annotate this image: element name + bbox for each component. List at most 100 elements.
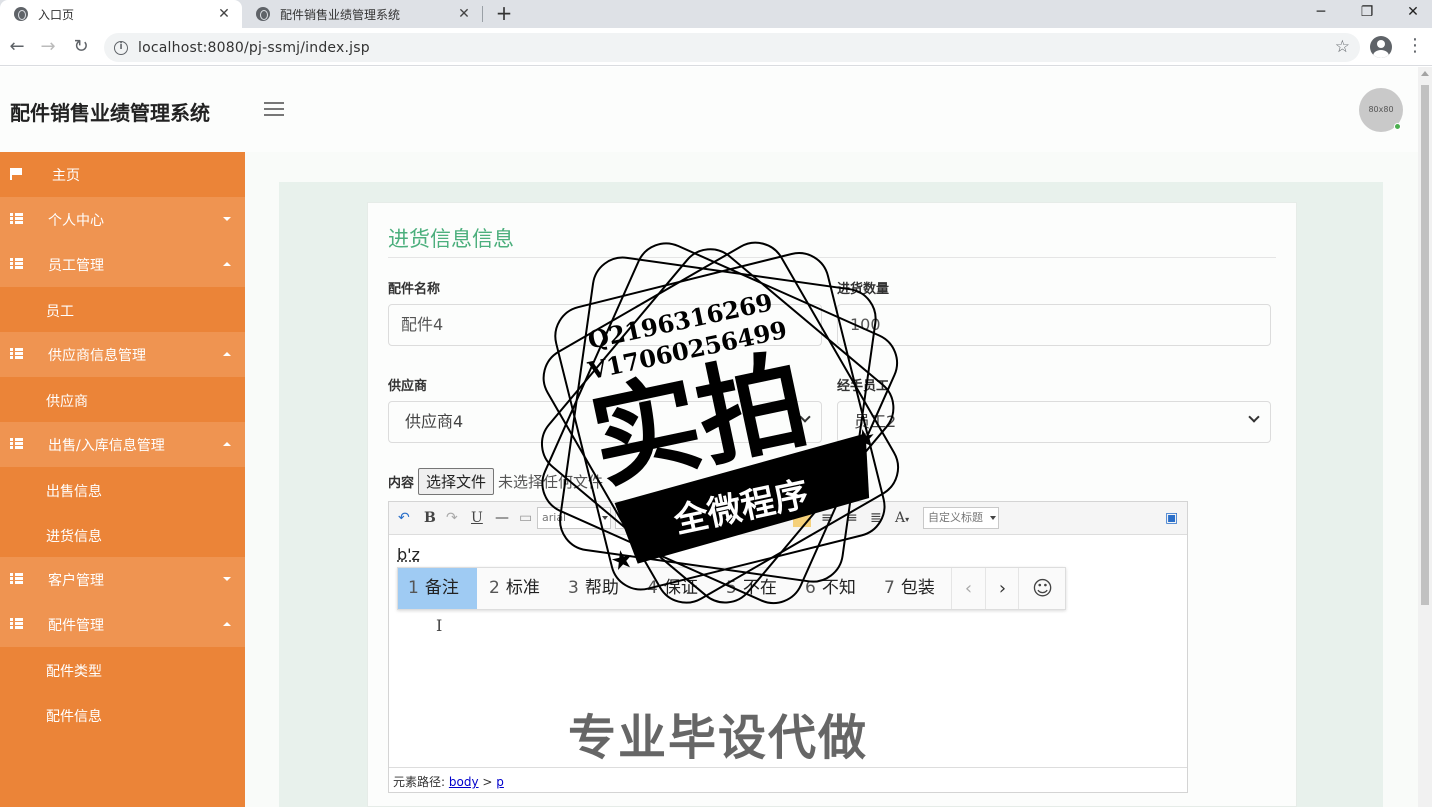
ime-candidate[interactable]: 2 标准 xyxy=(479,568,550,609)
app-header: 配件销售业绩管理系统 80x80 xyxy=(0,67,1418,152)
align-left-icon[interactable]: ≡ xyxy=(821,510,833,526)
window-close-button[interactable]: ✕ xyxy=(1390,0,1432,28)
browser-tab-entry[interactable]: 入口页 ✕ xyxy=(0,0,242,28)
tab-separator xyxy=(482,6,483,22)
sidebar-subitem-label: 员工 xyxy=(46,301,74,321)
ime-candidate[interactable]: 5 不在 xyxy=(716,568,787,609)
url-text[interactable]: localhost:8080/pj-ssmj/index.jsp xyxy=(138,40,370,56)
sidebar-subitem-part-info[interactable]: 配件信息 xyxy=(0,692,245,737)
sidebar-subitem-purchase-info[interactable]: 进货信息 xyxy=(0,512,245,557)
address-bar-row: ← → ↻ i localhost:8080/pj-ssmj/index.jsp… xyxy=(0,28,1432,66)
part-name-label: 配件名称 xyxy=(388,278,440,297)
minimize-button[interactable]: ─ xyxy=(1298,0,1344,28)
path-separator: > xyxy=(482,775,492,789)
handler-selected-value: 员工2 xyxy=(854,412,896,431)
sidebar-item-personal-center[interactable]: 个人中心 xyxy=(0,197,245,242)
content-file-row: 内容 选择文件 未选择任何文件 xyxy=(388,468,603,495)
sidebar-subitem-sales-info[interactable]: 出售信息 xyxy=(0,467,245,512)
sidebar-item-supplier-mgmt[interactable]: 供应商信息管理 xyxy=(0,332,245,377)
avatar-placeholder-text: 80x80 xyxy=(1368,105,1393,114)
editor-toolbar: ↶ B ↷ U — ▭ arial 16px ≡ ≡ ≣ A▾ 自定义标题 ▣ xyxy=(389,502,1187,535)
flag-icon xyxy=(10,168,22,180)
title-divider xyxy=(388,257,1276,258)
grid-icon xyxy=(10,573,23,584)
supplier-select[interactable]: 供应商4 xyxy=(388,401,822,443)
avatar[interactable]: 80x80 xyxy=(1359,88,1403,132)
profile-icon[interactable] xyxy=(1370,36,1392,58)
bookmark-star-icon[interactable]: ☆ xyxy=(1335,37,1350,57)
ime-next-page-icon[interactable]: › xyxy=(985,568,1019,609)
align-justify-icon[interactable]: ≣ xyxy=(870,510,882,526)
back-arrow-icon[interactable]: ← xyxy=(7,37,27,57)
sidebar-item-label: 配件管理 xyxy=(48,615,104,635)
caret-up-icon xyxy=(223,262,231,266)
ime-candidate[interactable]: 4 保证 xyxy=(637,568,708,609)
ime-candidate[interactable]: 6 不知 xyxy=(795,568,866,609)
sidebar-item-parts-mgmt[interactable]: 配件管理 xyxy=(0,602,245,647)
sidebar-item-label: 客户管理 xyxy=(48,570,104,590)
highlight-color-icon[interactable] xyxy=(793,509,811,527)
sidebar-item-label: 供应商信息管理 xyxy=(48,345,146,365)
ime-candidate[interactable]: 1 备注 xyxy=(398,568,477,609)
quantity-input[interactable]: 100 xyxy=(837,304,1271,346)
undo-icon[interactable]: ↶ xyxy=(398,510,410,526)
font-family-value: arial xyxy=(542,511,566,524)
restore-button[interactable]: ❐ xyxy=(1344,0,1390,28)
tab-title: 配件销售业绩管理系统 xyxy=(280,6,446,23)
reload-icon[interactable]: ↻ xyxy=(71,37,91,57)
supplier-label: 供应商 xyxy=(388,375,427,394)
part-name-input[interactable]: 配件4 xyxy=(388,304,822,346)
new-tab-button[interactable]: + xyxy=(494,2,514,24)
horizontal-rule-icon[interactable]: — xyxy=(495,510,509,526)
underline-icon[interactable]: U xyxy=(471,510,483,526)
app-title: 配件销售业绩管理系统 xyxy=(10,97,210,126)
editor-text: b'z xyxy=(397,545,420,564)
ime-candidate-bar: 1 备注 2 标准 3 帮助 4 保证 5 不在 6 不知 7 包装 ‹ › ☺ xyxy=(397,567,1066,610)
browser-menu-icon[interactable]: ⋮ xyxy=(1406,36,1420,56)
fullscreen-icon[interactable]: ▣ xyxy=(1165,510,1178,526)
sidebar-subitem-part-type[interactable]: 配件类型 xyxy=(0,647,245,692)
heading-select[interactable]: 自定义标题 xyxy=(923,507,999,529)
browser-tab-system[interactable]: 配件销售业绩管理系统 ✕ xyxy=(242,0,482,28)
ime-prev-page-icon[interactable]: ‹ xyxy=(951,568,985,609)
close-icon[interactable]: ✕ xyxy=(216,6,232,22)
supplier-selected-value: 供应商4 xyxy=(405,412,463,431)
choose-file-button[interactable]: 选择文件 xyxy=(418,468,494,495)
sidebar-item-sales-stock-mgmt[interactable]: 出售/入库信息管理 xyxy=(0,422,245,467)
path-p-link[interactable]: p xyxy=(496,775,504,789)
path-body-link[interactable]: body xyxy=(449,775,479,789)
font-color-icon[interactable]: A▾ xyxy=(895,510,909,526)
font-size-select[interactable]: 16px xyxy=(615,507,685,529)
info-icon[interactable]: i xyxy=(114,41,128,55)
scrollbar-thumb[interactable] xyxy=(1421,85,1429,605)
bold-icon[interactable]: B xyxy=(424,510,436,526)
ime-candidate[interactable]: 7 包装 xyxy=(874,568,945,609)
handler-select[interactable]: 员工2 xyxy=(837,401,1271,443)
align-center-icon[interactable]: ≡ xyxy=(846,510,858,526)
grid-icon xyxy=(10,618,23,629)
forward-arrow-icon[interactable]: → xyxy=(38,37,58,57)
emoji-icon[interactable]: ☺ xyxy=(1018,568,1066,609)
sidebar-item-employee-mgmt[interactable]: 员工管理 xyxy=(0,242,245,287)
hamburger-menu-icon[interactable] xyxy=(264,102,284,118)
caret-up-icon xyxy=(223,352,231,356)
clear-format-icon[interactable]: ▭ xyxy=(519,510,532,526)
caret-up-icon xyxy=(223,442,231,446)
redo-icon[interactable]: ↷ xyxy=(446,510,458,526)
grid-icon xyxy=(10,348,23,359)
font-family-select[interactable]: arial xyxy=(537,507,611,529)
ime-candidate[interactable]: 3 帮助 xyxy=(558,568,629,609)
sidebar-subitem-employee[interactable]: 员工 xyxy=(0,287,245,332)
page-scrollbar[interactable] xyxy=(1418,67,1432,807)
url-bar[interactable]: i localhost:8080/pj-ssmj/index.jsp ☆ xyxy=(104,33,1360,62)
scroll-up-arrow-icon[interactable] xyxy=(1421,71,1429,76)
sidebar-item-home[interactable]: 主页 xyxy=(0,152,245,197)
globe-icon xyxy=(14,7,28,21)
close-icon[interactable]: ✕ xyxy=(456,6,472,22)
sidebar-subitem-label: 进货信息 xyxy=(46,526,102,546)
caret-down-icon xyxy=(223,217,231,221)
watermark-bottom-text: 专业毕设代做 xyxy=(568,698,868,768)
sidebar-item-customer-mgmt[interactable]: 客户管理 xyxy=(0,557,245,602)
sidebar-subitem-supplier[interactable]: 供应商 xyxy=(0,377,245,422)
sidebar-subitem-label: 配件类型 xyxy=(46,661,102,681)
